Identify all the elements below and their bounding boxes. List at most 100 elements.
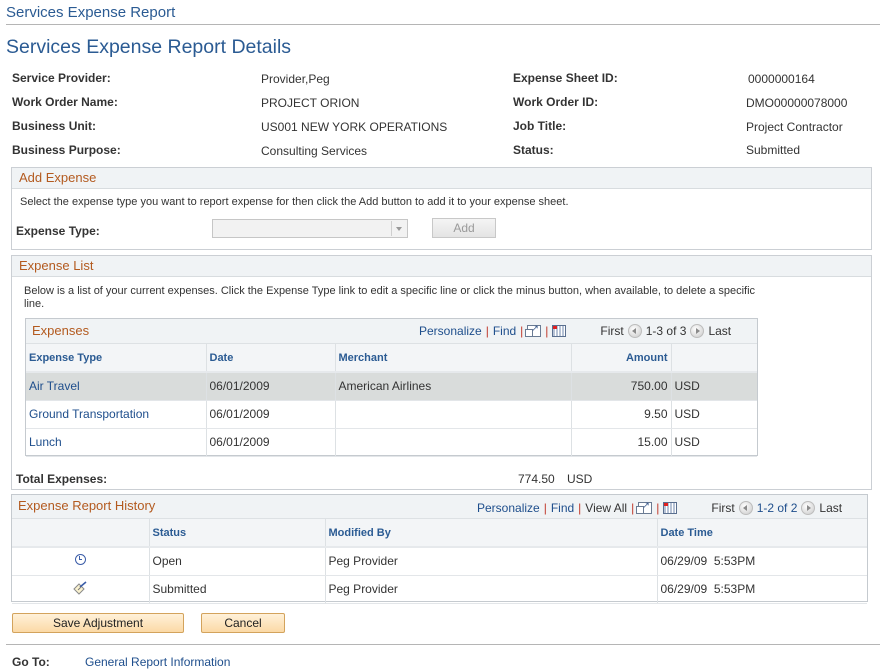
service-provider-value: Provider,Peg [261,72,330,86]
add-expense-instructions: Select the expense type you want to repo… [20,196,569,208]
separator: | [543,501,547,515]
general-report-information-link[interactable]: General Report Information [85,655,230,669]
table-row[interactable]: Air Travel 06/01/2009 American Airlines … [26,372,757,401]
table-row[interactable]: Lunch 06/01/2009 15.00 USD [26,428,757,457]
download-spreadsheet-icon[interactable] [663,502,678,514]
expenses-header-row: Expense Type Date Merchant Amount [26,344,757,373]
business-purpose-value: Consulting Services [261,144,368,158]
download-spreadsheet-icon[interactable] [552,325,567,337]
status-label: Status: [513,143,554,157]
currency-cell: USD [671,372,757,401]
last-label: Last [819,501,843,515]
date-time-cell: 06/29/09 5:53PM [657,547,867,576]
separator: | [545,324,549,338]
expenses-table: Expense Type Date Merchant Amount Air Tr… [26,344,757,457]
amount-cell: 750.00 [571,372,672,401]
personalize-link[interactable]: Personalize [419,324,482,338]
column-header-date[interactable]: Date [206,344,336,373]
last-label: Last [708,324,732,338]
view-all-link[interactable]: View All [585,501,627,515]
table-row[interactable]: Ground Transportation 06/01/2009 9.50 US… [26,400,757,429]
separator: | [578,501,582,515]
work-order-name-value: PROJECT ORION [261,96,360,110]
add-expense-header: Add Expense [12,168,871,189]
history-grid-nav: Personalize | Find | View All | | First … [477,500,843,515]
service-provider-label: Service Provider: [12,71,111,85]
total-expenses-value: 774.50 [518,472,555,486]
merchant-cell [335,400,572,429]
add-button[interactable]: Add [432,218,496,238]
history-table: Status Modified By Date Time Open Peg Pr… [12,519,867,604]
business-unit-label: Business Unit: [12,119,97,133]
cancel-button[interactable]: Cancel [201,613,285,633]
merchant-cell [335,428,572,457]
new-window-icon[interactable] [525,323,542,337]
amount-cell: 15.00 [571,428,672,457]
column-header-date-time[interactable]: Date Time [657,519,867,548]
work-order-id-label: Work Order ID: [513,95,599,109]
table-row: Submitted Peg Provider 06/29/09 5:53PM [12,575,867,604]
find-link[interactable]: Find [551,501,574,515]
modified-by-cell: Peg Provider [325,547,658,576]
expense-type-link[interactable]: Air Travel [29,379,80,393]
column-header-amount[interactable]: Amount [571,344,672,373]
expense-type-link[interactable]: Lunch [29,435,62,449]
expenses-grid-title: Expenses [32,323,90,338]
top-divider [6,24,880,25]
goto-label: Go To: [12,655,50,669]
total-expenses-label: Total Expenses: [16,472,108,486]
currency-cell: USD [671,428,757,457]
job-title-value: Project Contractor [746,120,843,134]
history-header-row: Status Modified By Date Time [12,519,867,548]
work-order-id-value: DMO00000078000 [746,96,848,110]
personalize-link[interactable]: Personalize [477,501,540,515]
business-purpose-label: Business Purpose: [12,143,121,157]
column-header-expense-type[interactable]: Expense Type [26,344,207,373]
separator: | [485,324,489,338]
separator: | [656,501,660,515]
submit-icon [72,580,88,595]
date-cell: 06/01/2009 [206,372,336,401]
separator: | [631,501,635,515]
page-title: Services Expense Report Details [6,36,292,58]
first-label: First [711,501,735,515]
column-header-status[interactable]: Status [149,519,326,548]
first-label: First [600,324,624,338]
table-row: Open Peg Provider 06/29/09 5:53PM [12,547,867,576]
work-order-name-label: Work Order Name: [12,95,118,109]
history-grid-header: Expense Report History Personalize | Fin… [12,495,867,519]
expense-type-label: Expense Type: [16,224,100,238]
breadcrumb-title: Services Expense Report [6,4,176,21]
column-header-currency [671,344,757,373]
previous-icon[interactable] [738,501,753,515]
bottom-divider [6,644,880,645]
history-grid-title: Expense Report History [18,498,156,513]
chevron-down-icon[interactable] [391,221,406,236]
modified-by-cell: Peg Provider [325,575,658,604]
row-range: 1-3 of 3 [645,324,687,338]
next-icon[interactable] [801,501,816,515]
expense-list-header: Expense List [12,256,871,277]
new-window-icon[interactable] [636,500,653,514]
find-link[interactable]: Find [493,324,516,338]
expenses-grid: Expenses Personalize | Find | | First 1-… [25,318,758,457]
row-range: 1-2 of 2 [756,501,798,515]
expense-sheet-id-value: 0000000164 [748,72,815,86]
date-cell: 06/01/2009 [206,428,336,457]
status-cell: Open [149,547,326,576]
expense-type-select[interactable] [212,219,408,238]
next-icon[interactable] [690,324,705,338]
history-grid: Expense Report History Personalize | Fin… [11,494,868,604]
date-time-cell: 06/29/09 5:53PM [657,575,867,604]
column-header-merchant[interactable]: Merchant [335,344,572,373]
column-header-modified-by[interactable]: Modified By [325,519,658,548]
expense-list-instructions: Below is a list of your current expenses… [24,285,756,310]
clock-icon [74,554,86,566]
status-cell: Submitted [149,575,326,604]
expenses-grid-header: Expenses Personalize | Find | | First 1-… [26,319,757,344]
column-header-icon [12,519,150,548]
previous-icon[interactable] [627,324,642,338]
save-adjustment-button[interactable]: Save Adjustment [12,613,184,633]
job-title-label: Job Title: [513,119,567,133]
expense-type-link[interactable]: Ground Transportation [29,407,149,421]
